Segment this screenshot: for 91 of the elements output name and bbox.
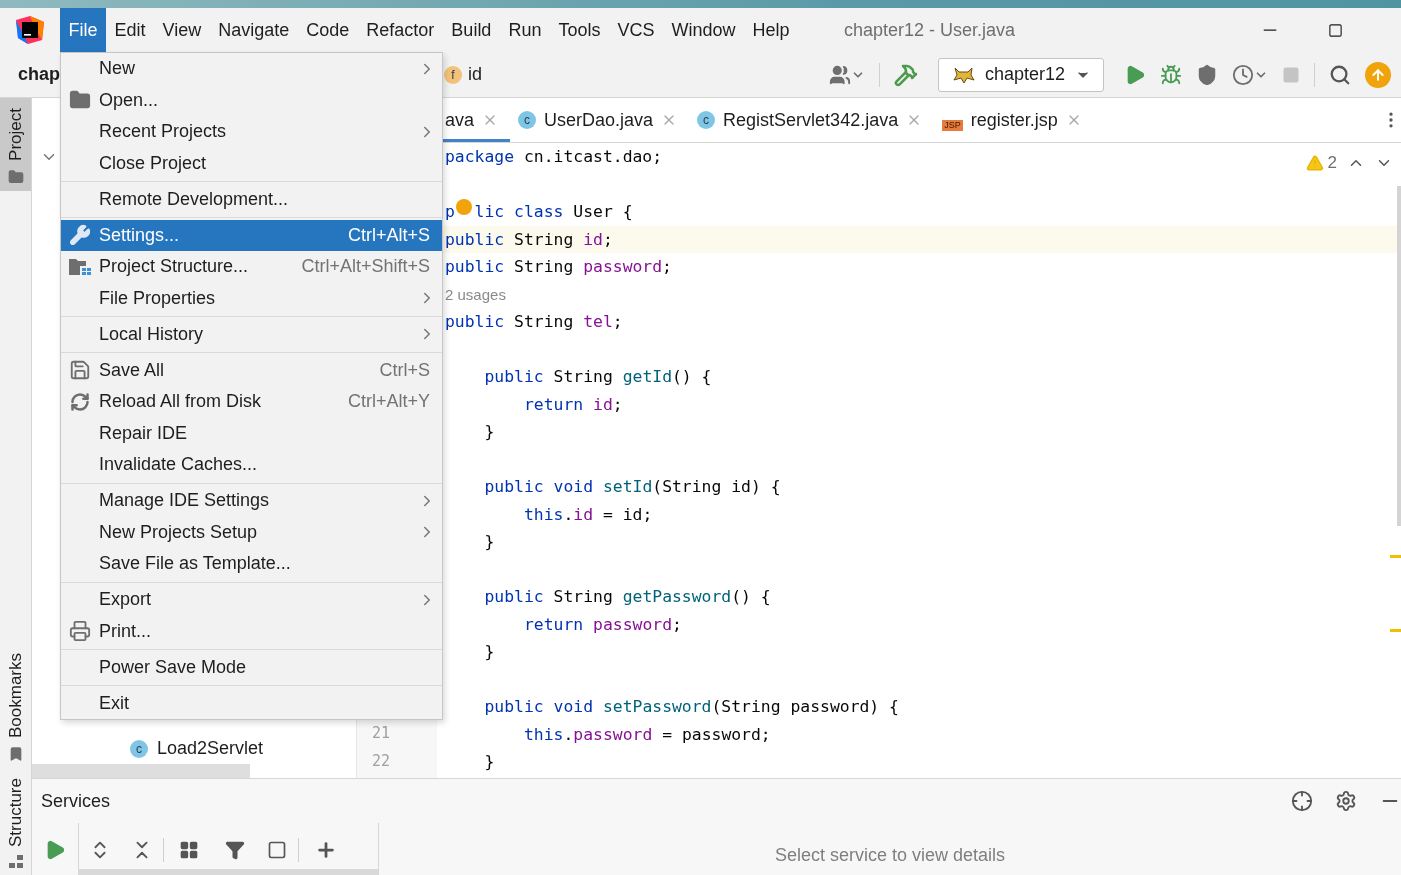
add-service-icon[interactable] <box>267 839 287 860</box>
field-icon: f <box>444 65 462 84</box>
menu-item[interactable]: Code <box>297 8 358 52</box>
filter-icon[interactable] <box>225 839 245 860</box>
coverage-icon[interactable] <box>1196 63 1218 86</box>
printer-icon <box>69 620 91 643</box>
menu-item[interactable]: Save All Ctrl+S <box>61 354 442 386</box>
menu-item[interactable]: Edit <box>106 8 155 52</box>
code-line: return password; <box>523 613 682 636</box>
menu-item[interactable]: VCS <box>608 8 663 52</box>
users-icon <box>828 63 851 86</box>
menu-item[interactable]: Print... <box>61 615 442 647</box>
folder-grid-icon <box>68 256 92 277</box>
menu-item[interactable]: Manage IDE Settings <box>61 485 442 517</box>
warning-marker <box>1390 629 1401 632</box>
line-number: 21 <box>371 723 392 744</box>
menu-item[interactable]: Invalidate Caches... <box>61 449 442 481</box>
menu-item[interactable]: Remote Development... <box>61 183 442 215</box>
locate-icon[interactable] <box>1291 790 1313 812</box>
shortcut-text: Ctrl+Alt+Shift+S <box>301 256 430 278</box>
run-configuration-dropdown[interactable]: chapter12 <box>937 57 1104 92</box>
shortcut-text: Ctrl+Alt+S <box>347 224 430 246</box>
menu-item[interactable]: Local History <box>61 318 442 350</box>
menu-item[interactable]: Help <box>744 8 799 52</box>
maximize-icon[interactable] <box>1328 22 1343 38</box>
breadcrumb[interactable]: f id <box>444 64 483 85</box>
warning-marker <box>1390 555 1401 558</box>
app-logo-icon <box>16 16 44 44</box>
menu-item[interactable]: Tools <box>549 8 609 52</box>
menu-item[interactable]: Save File as Template... <box>61 548 442 580</box>
menu-item[interactable]: File <box>60 8 106 52</box>
menu-item[interactable]: Exit <box>61 687 442 719</box>
hammer-icon[interactable] <box>893 62 918 87</box>
menu-item[interactable]: Settings... Ctrl+Alt+S <box>61 219 442 251</box>
tool-window-tab[interactable]: Project <box>0 98 31 191</box>
code-line: public String tel; <box>444 311 623 333</box>
code-line: return id; <box>523 393 623 416</box>
class-icon: c <box>130 739 148 758</box>
code-line: } <box>483 421 495 443</box>
class-icon: c <box>697 111 716 129</box>
code-line: } <box>483 531 495 553</box>
user-menu-button[interactable] <box>828 63 865 86</box>
code-line: } <box>483 751 495 773</box>
wrench-icon <box>69 224 91 247</box>
menu-item[interactable]: View <box>154 8 210 52</box>
menu-item[interactable]: Project Structure... Ctrl+Alt+Shift+S <box>61 251 442 283</box>
menu-item[interactable]: Repair IDE <box>61 417 442 449</box>
menu-item[interactable]: Reload All from Disk Ctrl+Alt+Y <box>61 386 442 418</box>
code-line: this.id = id; <box>523 503 653 526</box>
group-icon[interactable] <box>179 839 199 860</box>
line-number: 22 <box>371 750 392 772</box>
code-line: public void setId(String id) { <box>483 476 781 498</box>
menu-item[interactable]: Export <box>61 584 442 616</box>
code-line: public void setPassword(String password) { <box>483 696 899 718</box>
panel-title: Services <box>41 790 111 812</box>
code-line: package cn.itcast.dao; <box>444 146 663 168</box>
code-line: public String getPassword() { <box>483 586 771 608</box>
menu-item[interactable]: Refactor <box>357 8 443 52</box>
tree-item[interactable]: c Load2Servlet <box>32 733 356 764</box>
menu-item[interactable]: New <box>61 53 442 85</box>
menu-item[interactable]: Power Save Mode <box>61 651 442 683</box>
folder-icon <box>7 168 24 185</box>
code-line: } <box>483 641 495 663</box>
code-line: public String password; <box>444 256 672 278</box>
project-name: chap <box>18 64 60 85</box>
tool-window-tab[interactable]: Structure <box>0 768 31 875</box>
menu-item[interactable]: Build <box>442 8 500 52</box>
warning-count[interactable]: 2 <box>1305 153 1337 173</box>
shortcut-text: Ctrl+Alt+Y <box>347 391 430 413</box>
menu-item[interactable]: File Properties <box>61 282 442 314</box>
menu-item[interactable]: Window <box>662 8 744 52</box>
reload-icon <box>70 391 90 412</box>
menu-item[interactable]: Navigate <box>209 8 298 52</box>
usage-hint: 2 usages <box>445 285 506 303</box>
settings-icon[interactable] <box>1335 790 1357 812</box>
code-line: public String getId() { <box>483 366 712 388</box>
debug-icon[interactable] <box>1160 63 1182 86</box>
shortcut-text: Ctrl+S <box>379 359 430 381</box>
menu-item[interactable]: Run <box>499 8 550 52</box>
search-icon[interactable] <box>1329 63 1351 86</box>
menu-item[interactable]: Close Project <box>61 147 442 179</box>
empty-message: Select service to view details <box>773 844 1007 867</box>
structure-icon <box>7 855 24 869</box>
tool-window-tab[interactable]: Bookmarks <box>0 643 31 768</box>
clock-icon <box>1232 63 1254 86</box>
class-icon: c <box>518 111 537 129</box>
menu-item[interactable]: New Projects Setup <box>61 516 442 548</box>
code-line: this.password = password; <box>523 723 771 746</box>
save-icon <box>69 359 91 382</box>
window-title: chapter12 - User.java <box>844 19 1016 41</box>
profiler-button[interactable] <box>1232 63 1268 86</box>
